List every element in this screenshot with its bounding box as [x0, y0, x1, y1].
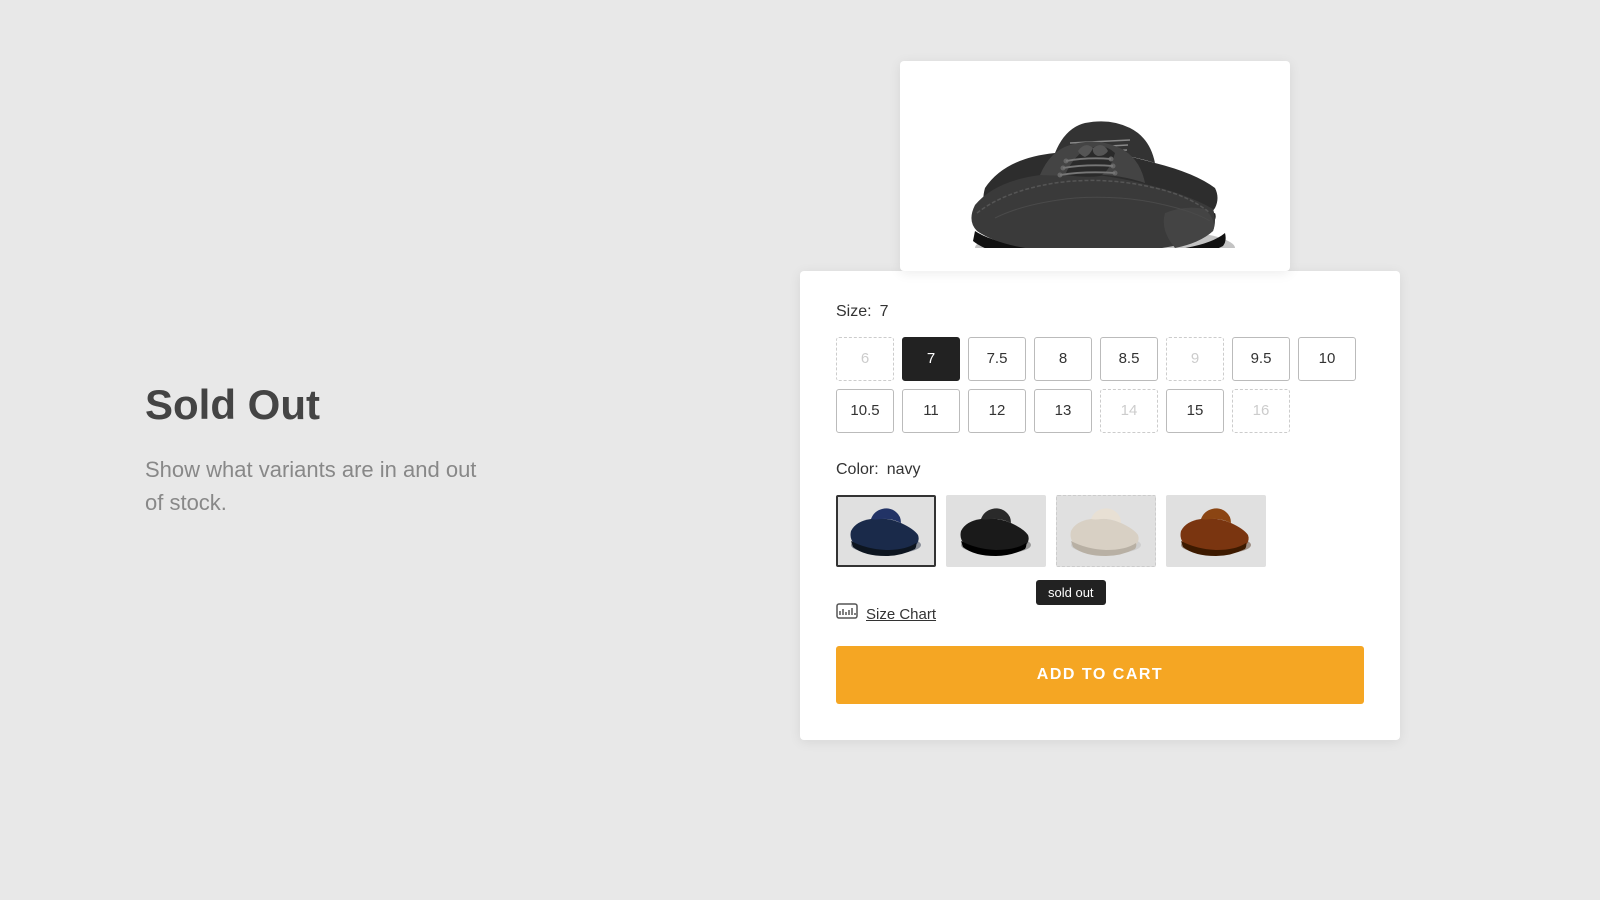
size-btn-95[interactable]: 9.5	[1232, 337, 1290, 381]
size-chart-icon	[836, 603, 858, 626]
size-btn-7[interactable]: 7	[902, 337, 960, 381]
size-btn-8[interactable]: 8	[1034, 337, 1092, 381]
size-btn-75[interactable]: 7.5	[968, 337, 1026, 381]
colors-row	[836, 495, 1364, 567]
product-container: Size: 7 6 7 7.5 8 8.5 9 9.5 10 10.5 11 1…	[800, 161, 1400, 740]
size-btn-85[interactable]: 8.5	[1100, 337, 1158, 381]
size-btn-13[interactable]: 13	[1034, 389, 1092, 433]
colors-wrapper: sold out	[836, 495, 1364, 567]
size-btn-10[interactable]: 10	[1298, 337, 1356, 381]
size-chart-row: Size Chart	[836, 603, 1364, 626]
color-swatch-black[interactable]	[946, 495, 1046, 567]
color-selector-header: Color: navy	[836, 461, 1364, 479]
size-btn-16[interactable]: 16	[1232, 389, 1290, 433]
product-options-card: Size: 7 6 7 7.5 8 8.5 9 9.5 10 10.5 11 1…	[800, 271, 1400, 740]
color-swatch-white[interactable]	[1056, 495, 1156, 567]
add-to-cart-button[interactable]: ADD TO CART	[836, 646, 1364, 704]
size-selector-header: Size: 7	[836, 303, 1364, 321]
color-swatch-brown[interactable]	[1166, 495, 1266, 567]
size-btn-15[interactable]: 15	[1166, 389, 1224, 433]
selected-color: navy	[887, 461, 921, 479]
color-swatch-navy[interactable]	[836, 495, 936, 567]
product-image	[935, 83, 1255, 248]
page-description: Show what variants are in and out of sto…	[145, 453, 485, 519]
size-btn-12[interactable]: 12	[968, 389, 1026, 433]
size-btn-6[interactable]: 6	[836, 337, 894, 381]
right-panel: Size: 7 6 7 7.5 8 8.5 9 9.5 10 10.5 11 1…	[600, 161, 1600, 740]
sizes-grid: 6 7 7.5 8 8.5 9 9.5 10 10.5 11 12 13 14 …	[836, 337, 1364, 433]
sold-out-tooltip: sold out	[1036, 580, 1106, 605]
page-title: Sold Out	[145, 381, 600, 429]
size-btn-14[interactable]: 14	[1100, 389, 1158, 433]
size-btn-11[interactable]: 11	[902, 389, 960, 433]
size-chart-link[interactable]: Size Chart	[866, 606, 936, 623]
selected-size: 7	[880, 303, 889, 321]
product-image-card	[900, 61, 1290, 271]
size-btn-105[interactable]: 10.5	[836, 389, 894, 433]
color-label: Color:	[836, 461, 879, 479]
left-panel: Sold Out Show what variants are in and o…	[0, 381, 600, 519]
size-btn-9[interactable]: 9	[1166, 337, 1224, 381]
size-label: Size:	[836, 303, 872, 321]
